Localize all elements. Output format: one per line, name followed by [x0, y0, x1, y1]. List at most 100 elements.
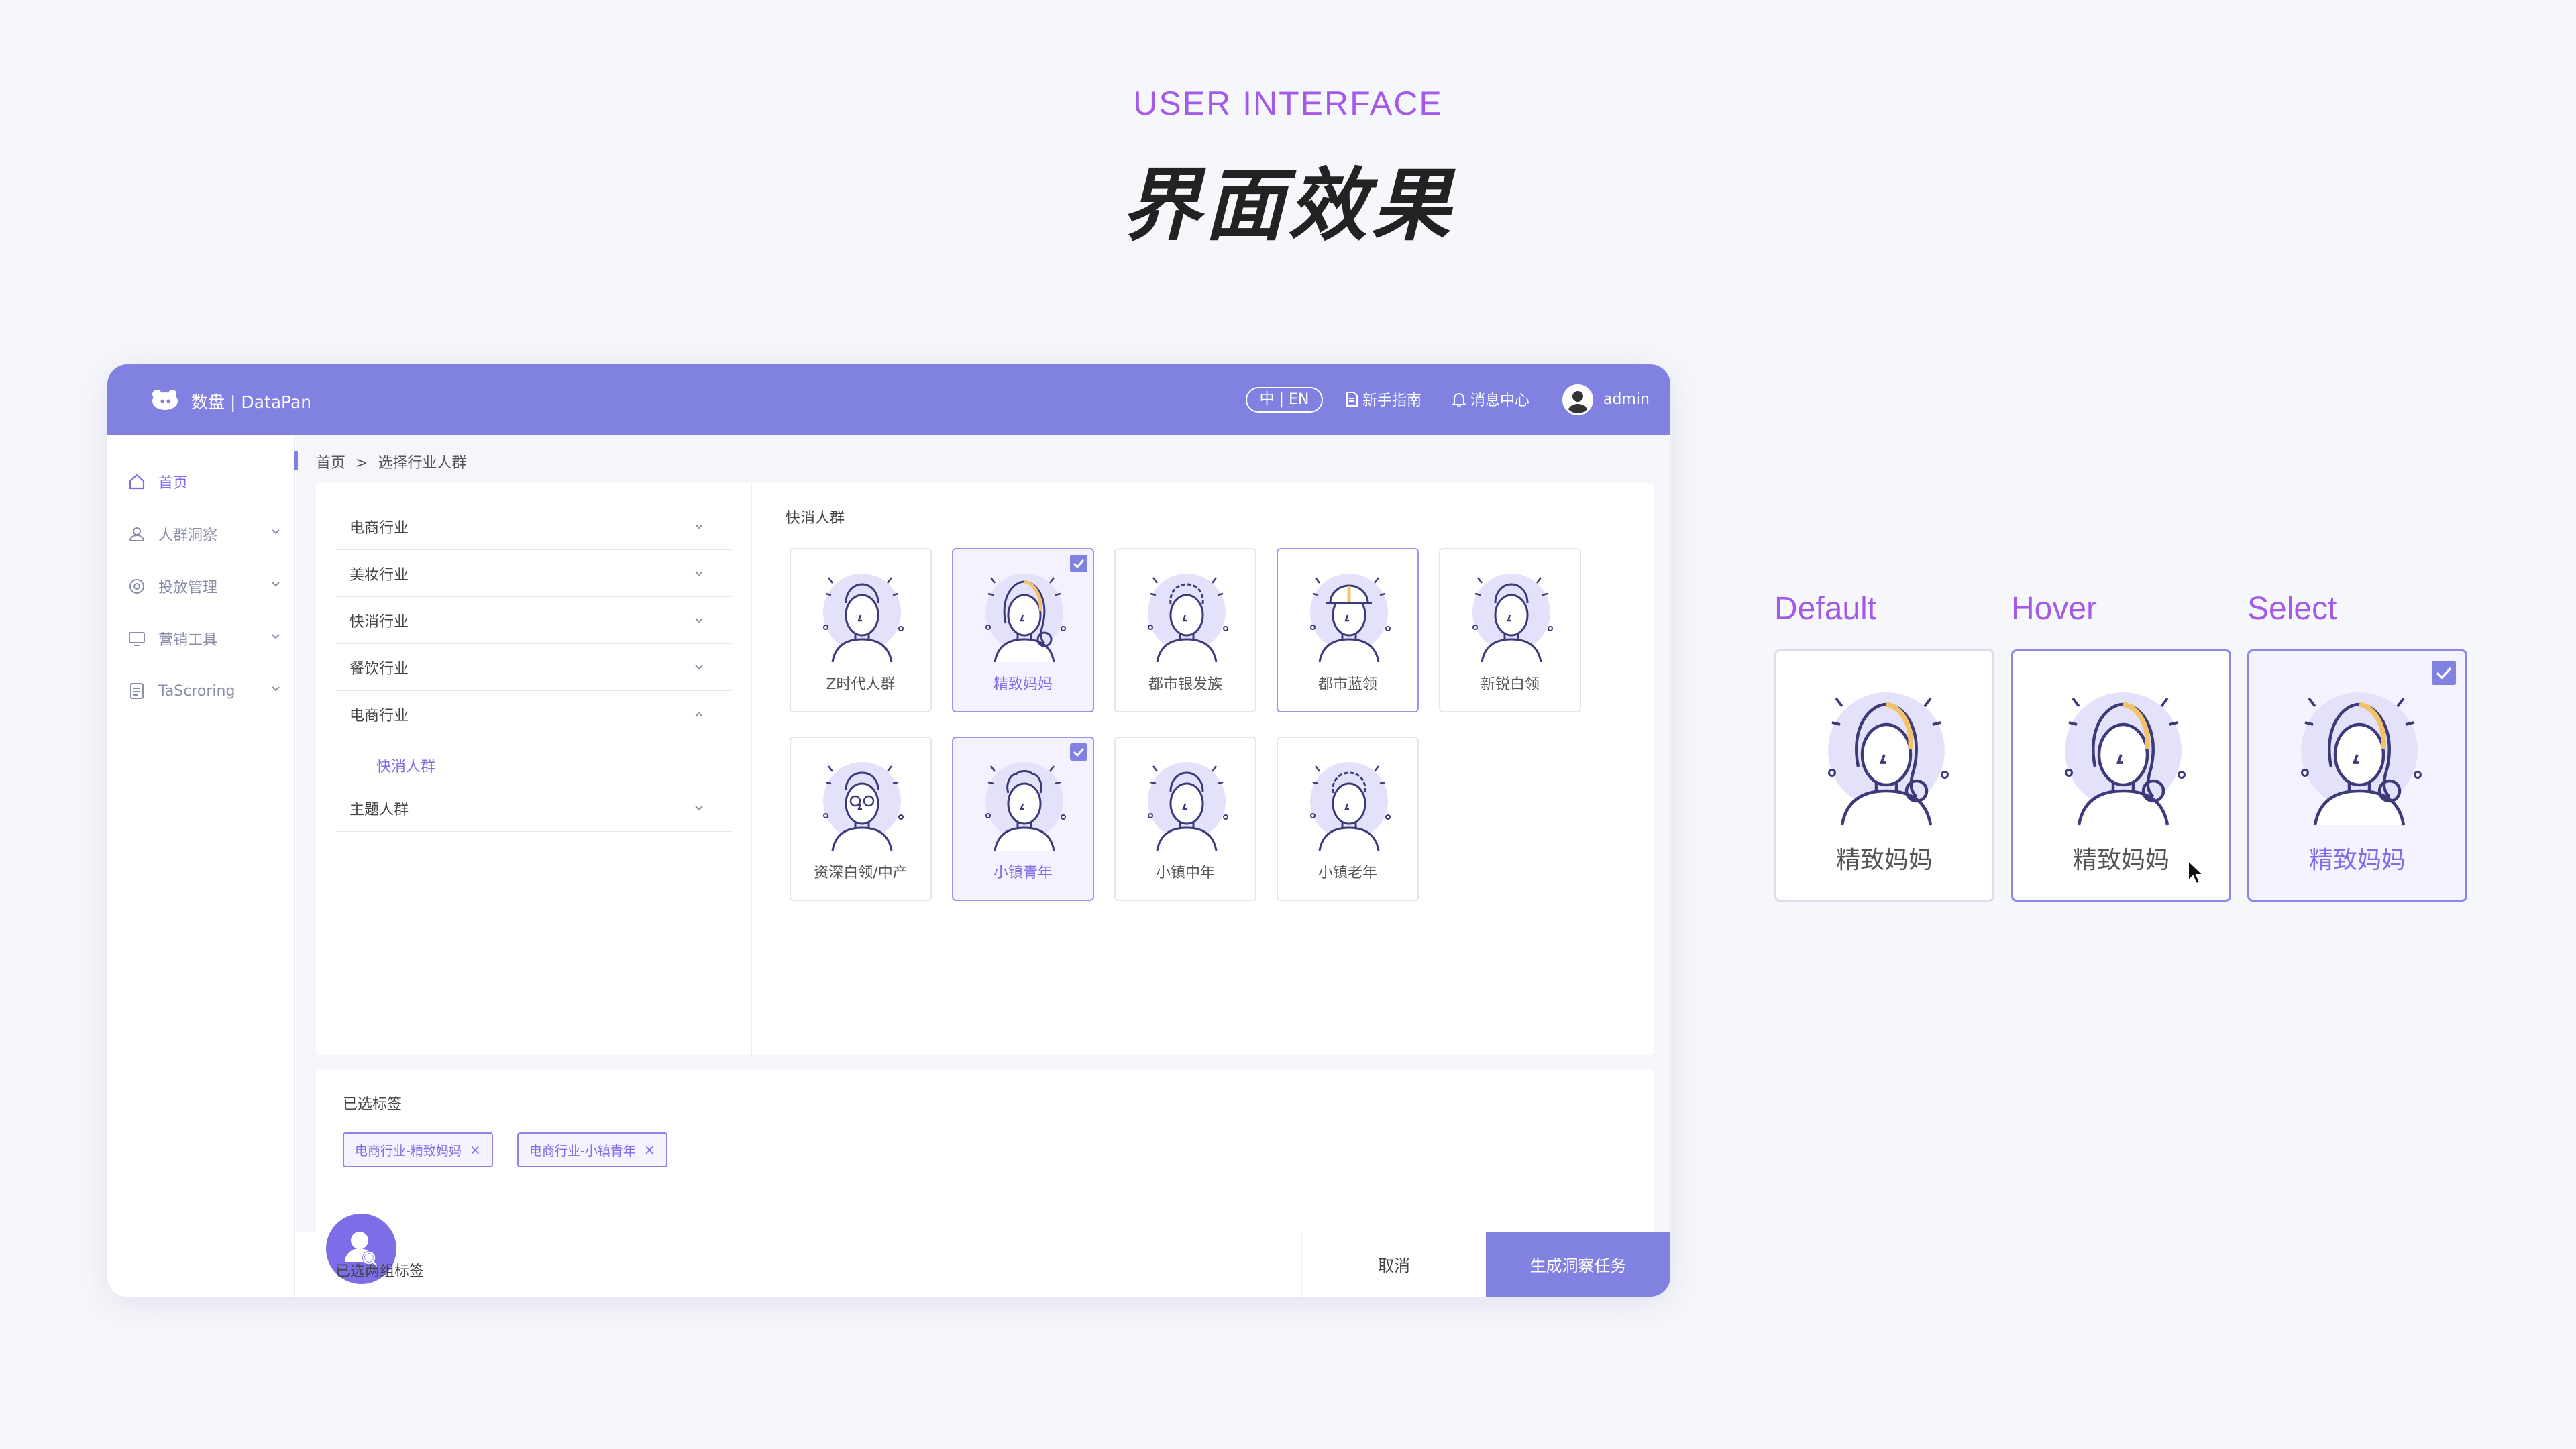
- persona-card-selected[interactable]: 小镇青年: [952, 737, 1094, 901]
- sidebar-item-audience[interactable]: 人群洞察: [127, 521, 282, 547]
- breadcrumb-home[interactable]: 首页: [316, 455, 345, 472]
- persona-illustration: [971, 564, 1078, 665]
- persona-label: Z时代人群: [826, 676, 896, 693]
- people-icon: [129, 527, 145, 541]
- user-avatar-icon: [1567, 391, 1589, 413]
- persona-illustration: [2043, 678, 2204, 829]
- persona-card[interactable]: 小镇老年: [1277, 737, 1419, 901]
- state-card-label: 精致妈妈: [2308, 847, 2406, 874]
- language-switch[interactable]: 中 | EN: [1246, 387, 1323, 413]
- persona-illustration: [808, 564, 916, 665]
- state-card-select[interactable]: 精致妈妈: [2247, 649, 2467, 902]
- persona-label: 精致妈妈: [993, 676, 1053, 693]
- cancel-button[interactable]: 取消: [1301, 1232, 1486, 1297]
- industry-label: 快消行业: [350, 613, 409, 631]
- persona-illustration: [971, 753, 1078, 853]
- persona-label: 资深白领/中产: [814, 865, 908, 881]
- chevron-down-icon: [695, 571, 703, 576]
- industry-item[interactable]: 美妆行业: [336, 550, 732, 597]
- chevron-down-icon: [695, 618, 703, 623]
- user-name[interactable]: admin: [1603, 391, 1650, 408]
- industry-item[interactable]: 主题人群: [336, 785, 732, 832]
- eyebrow-title: USER INTERFACE: [1133, 85, 1443, 122]
- persona-illustration: [1458, 564, 1565, 665]
- industry-label: 美妆行业: [350, 566, 409, 584]
- chevron-down-icon: [695, 806, 703, 811]
- persona-illustration: [1133, 564, 1240, 665]
- checkbox-checked-icon[interactable]: [1070, 743, 1087, 761]
- checkbox-checked-icon[interactable]: [2432, 661, 2456, 685]
- target-icon: [129, 579, 144, 594]
- document-icon: [1346, 392, 1358, 407]
- selected-tag[interactable]: 电商行业-精致妈妈 ×: [343, 1132, 493, 1167]
- bell-icon: [1452, 393, 1466, 407]
- brand-name: 数盘 | DataPan: [191, 392, 312, 412]
- industry-item[interactable]: 快消行业: [336, 597, 732, 644]
- selection-panel: 电商行业 美妆行业 快消行业 餐饮行业 电商行业 快消人群 主题人群 快消人群 …: [316, 483, 1654, 1055]
- state-title-hover: Hover: [2011, 591, 2098, 627]
- selected-tag[interactable]: 电商行业-小镇青年 ×: [517, 1132, 667, 1167]
- page-title: 界面效果: [1121, 159, 1454, 252]
- persona-card[interactable]: 都市银发族: [1114, 548, 1256, 712]
- persona-card[interactable]: Z时代人群: [790, 548, 932, 712]
- persona-card[interactable]: 资深白领/中产: [790, 737, 932, 901]
- breadcrumb-separator: >: [356, 455, 368, 472]
- persona-label: 新锐白领: [1480, 676, 1540, 693]
- close-icon[interactable]: ×: [470, 1142, 481, 1158]
- industry-label: 电商行业: [350, 519, 409, 537]
- industry-label: 主题人群: [350, 801, 409, 818]
- footer-summary: 已选两组标签: [335, 1263, 425, 1280]
- app-window: 数盘 | DataPan 中 | EN 新手指南 消息中心 admin 首页 人…: [107, 364, 1670, 1297]
- industry-label: 电商行业: [350, 708, 409, 724]
- persona-illustration: [1806, 678, 1967, 829]
- persona-label: 小镇中年: [1155, 865, 1215, 881]
- sub-item-fmcg[interactable]: 快消人群: [376, 755, 435, 776]
- persona-label: 都市银发族: [1148, 676, 1222, 693]
- messages-link[interactable]: 消息中心: [1452, 388, 1529, 410]
- sidebar-item-label: TaScroring: [158, 682, 235, 700]
- industry-list: 电商行业 美妆行业 快消行业 餐饮行业 电商行业 快消人群 主题人群: [316, 483, 752, 1055]
- persona-label: 都市蓝领: [1318, 676, 1377, 693]
- cursor-icon: [2188, 859, 2205, 885]
- industry-item[interactable]: 餐饮行业: [336, 644, 732, 691]
- chevron-down-icon: [695, 524, 703, 529]
- persona-card-hover[interactable]: 都市蓝领: [1277, 548, 1419, 712]
- create-task-button[interactable]: 生成洞察任务: [1486, 1232, 1670, 1297]
- persona-illustration: [1295, 564, 1403, 665]
- document-icon: [130, 683, 144, 699]
- industry-label: 餐饮行业: [350, 660, 409, 678]
- persona-card-selected[interactable]: 精致妈妈: [952, 548, 1094, 712]
- persona-illustration: [2279, 678, 2440, 829]
- industry-item[interactable]: 电商行业: [336, 503, 732, 550]
- state-card-default[interactable]: 精致妈妈: [1774, 649, 1994, 902]
- tag-label: 电商行业-小镇青年: [529, 1143, 636, 1159]
- persona-card[interactable]: 新锐白领: [1439, 548, 1581, 712]
- close-icon[interactable]: ×: [644, 1142, 655, 1158]
- chevron-down-icon: [272, 686, 280, 692]
- sidebar-item-delivery[interactable]: 投放管理: [127, 573, 282, 600]
- checkbox-checked-icon[interactable]: [1070, 555, 1087, 572]
- persona-illustration: [1133, 753, 1240, 853]
- sidebar-item-home[interactable]: 首页: [127, 468, 282, 495]
- chevron-down-icon: [695, 665, 703, 670]
- guide-link[interactable]: 新手指南: [1345, 388, 1421, 410]
- sidebar: 首页 人群洞察 投放管理 营销工具 TaScroring: [107, 435, 295, 1297]
- user-avatar[interactable]: [1562, 384, 1593, 415]
- home-icon: [129, 474, 145, 490]
- breadcrumb: 首页 > 选择行业人群: [294, 435, 1670, 482]
- persona-illustration: [1295, 753, 1403, 853]
- top-bar: 数盘 | DataPan 中 | EN 新手指南 消息中心 admin: [107, 364, 1670, 435]
- main-content: 首页 > 选择行业人群 电商行业 美妆行业 快消行业 餐饮行业 电商行业 快消人…: [294, 435, 1670, 1297]
- persona-label: 小镇老年: [1318, 865, 1377, 881]
- chevron-down-icon: [272, 634, 280, 639]
- messages-label: 消息中心: [1470, 392, 1530, 409]
- sidebar-item-tascroring[interactable]: TaScroring: [127, 678, 282, 704]
- industry-item-expanded[interactable]: 电商行业: [336, 691, 732, 738]
- persona-illustration: [808, 753, 916, 853]
- persona-card[interactable]: 小镇中年: [1114, 737, 1256, 901]
- state-card-hover[interactable]: 精致妈妈: [2011, 649, 2231, 902]
- sidebar-item-marketing[interactable]: 营销工具: [127, 625, 282, 652]
- chevron-down-icon: [272, 529, 280, 535]
- tag-label: 电商行业-精致妈妈: [355, 1143, 462, 1159]
- chevron-down-icon: [272, 582, 280, 587]
